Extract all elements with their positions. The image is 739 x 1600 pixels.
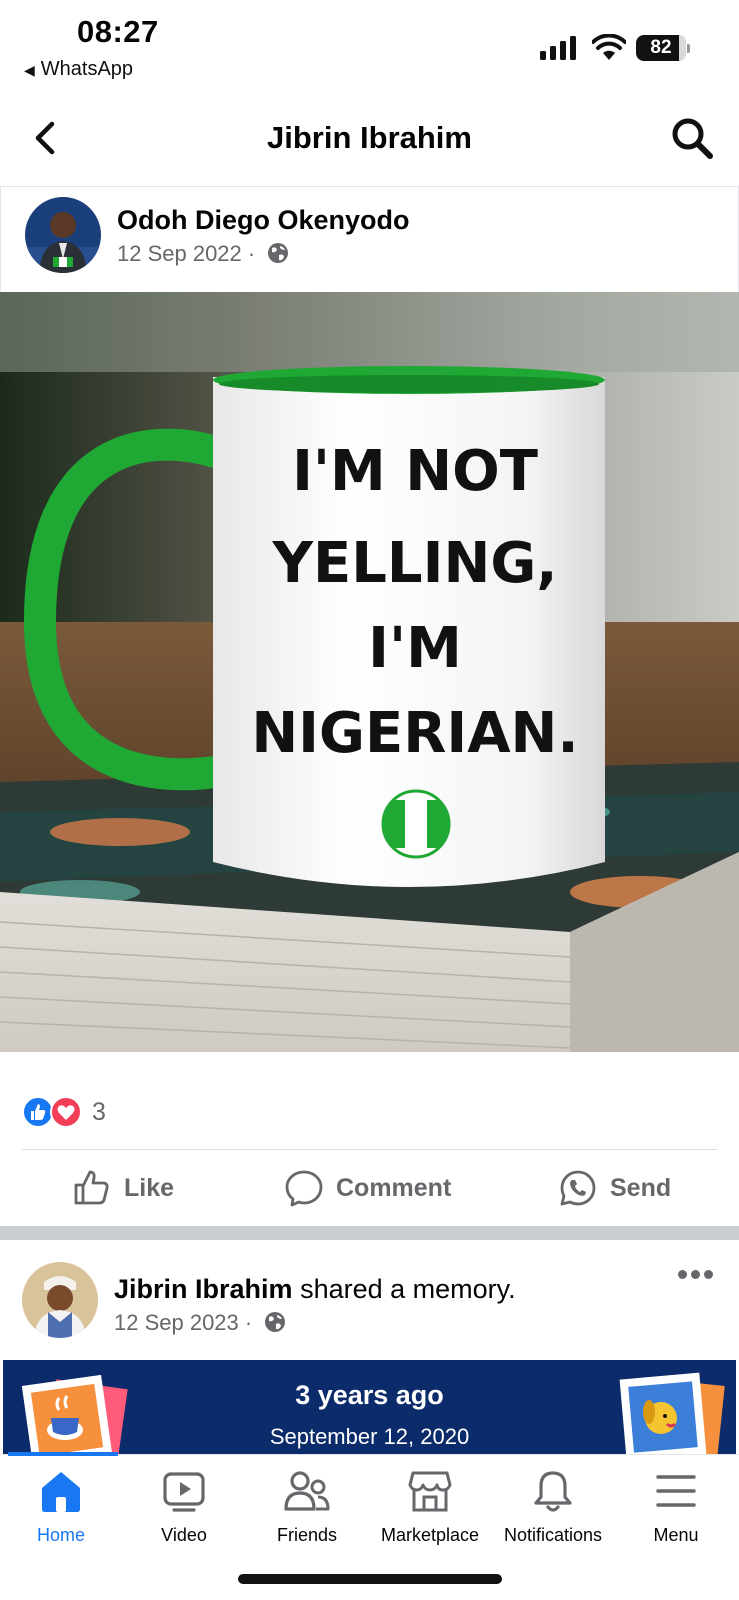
mug-text-line-2: YELLING,: [271, 531, 557, 596]
comment-label: Comment: [336, 1173, 452, 1202]
tab-label: Notifications: [503, 1525, 603, 1545]
tab-video[interactable]: Video: [123, 1469, 245, 1569]
whatsapp-icon: [560, 1170, 596, 1206]
author-avatar-2[interactable]: [22, 1262, 98, 1338]
send-button[interactable]: Send: [558, 1166, 671, 1210]
post-photo[interactable]: I'M NOT YELLING, I'M NIGERIAN.: [0, 292, 739, 1052]
menu-icon: [656, 1475, 696, 1507]
tab-menu[interactable]: Menu: [615, 1469, 737, 1569]
active-tab-indicator: [8, 1452, 118, 1456]
post-actions: Like Comment Send: [0, 1158, 739, 1216]
post-separator: [0, 1226, 739, 1240]
more-options-icon[interactable]: [678, 1270, 714, 1282]
thumbs-up-icon: [74, 1170, 109, 1205]
marketplace-icon: [408, 1471, 452, 1512]
search-icon[interactable]: [670, 116, 714, 160]
mug-text-line-1: I'M NOT: [292, 439, 538, 504]
like-label: Like: [124, 1173, 175, 1202]
bell-icon: [534, 1471, 572, 1512]
memory-banner[interactable]: 3 years ago September 12, 2020: [3, 1360, 736, 1456]
globe-icon: [268, 243, 289, 263]
tab-label: Menu: [653, 1525, 699, 1545]
author-name[interactable]: Odoh Diego Okenyodo: [117, 205, 410, 236]
clock: 08:27: [77, 14, 159, 49]
tab-label: Friends: [276, 1525, 338, 1545]
globe-icon: [265, 1312, 286, 1332]
nigeria-flag-badge: [381, 789, 451, 859]
mug-text-line-3: I'M: [368, 616, 462, 681]
post-meta: 12 Sep 2022 ·: [117, 241, 289, 267]
back-triangle-icon: ◀: [24, 62, 35, 78]
home-icon: [42, 1472, 80, 1512]
post-date-2: 12 Sep 2023 ·: [114, 1310, 253, 1335]
mug-text-line-4: NIGERIAN.: [251, 701, 578, 766]
friends-icon: [284, 1471, 330, 1511]
post-header: Odoh Diego Okenyodo 12 Sep 2022 ·: [0, 186, 739, 292]
back-app-label: WhatsApp: [40, 58, 134, 80]
tab-marketplace[interactable]: Marketplace: [369, 1469, 491, 1569]
battery-indicator: 82: [636, 35, 690, 61]
post-header-2: Jibrin Ibrahim shared a memory. 12 Sep 2…: [0, 1240, 739, 1360]
tab-notifications[interactable]: Notifications: [492, 1469, 614, 1569]
comment-icon: [285, 1170, 323, 1207]
page-title: Jibrin Ibrahim: [267, 120, 472, 155]
page-header: Jibrin Ibrahim: [0, 96, 739, 184]
video-icon: [163, 1472, 205, 1512]
send-label: Send: [610, 1173, 672, 1202]
back-to-app-link[interactable]: ◀ WhatsApp: [24, 58, 133, 81]
reaction-count: 3: [92, 1098, 106, 1126]
author-name-2[interactable]: Jibrin Ibrahim: [114, 1274, 293, 1304]
comment-button[interactable]: Comment: [284, 1166, 451, 1210]
tab-label: Video: [161, 1525, 207, 1545]
post-headline-2: Jibrin Ibrahim shared a memory.: [114, 1274, 516, 1305]
home-indicator[interactable]: [238, 1574, 502, 1584]
love-reaction-icon: [50, 1096, 82, 1128]
status-bar: 08:27 ◀ WhatsApp 82: [0, 0, 739, 92]
wifi-icon: [592, 34, 626, 60]
tab-home[interactable]: Home: [0, 1469, 122, 1569]
divider: [22, 1149, 717, 1150]
tab-label: Home: [36, 1525, 85, 1545]
like-button[interactable]: Like: [72, 1166, 174, 1210]
author-avatar[interactable]: [25, 197, 101, 273]
post-meta-2: 12 Sep 2023 ·: [114, 1310, 286, 1336]
cellular-signal-icon: [540, 36, 576, 60]
shared-memory-text: shared a memory.: [300, 1274, 516, 1304]
tab-label: Marketplace: [380, 1525, 480, 1545]
post-date: 12 Sep 2022 ·: [117, 241, 256, 266]
dog-photo-icon: [619, 1372, 725, 1456]
tab-friends[interactable]: Friends: [246, 1469, 368, 1569]
battery-level: 82: [650, 37, 672, 58]
